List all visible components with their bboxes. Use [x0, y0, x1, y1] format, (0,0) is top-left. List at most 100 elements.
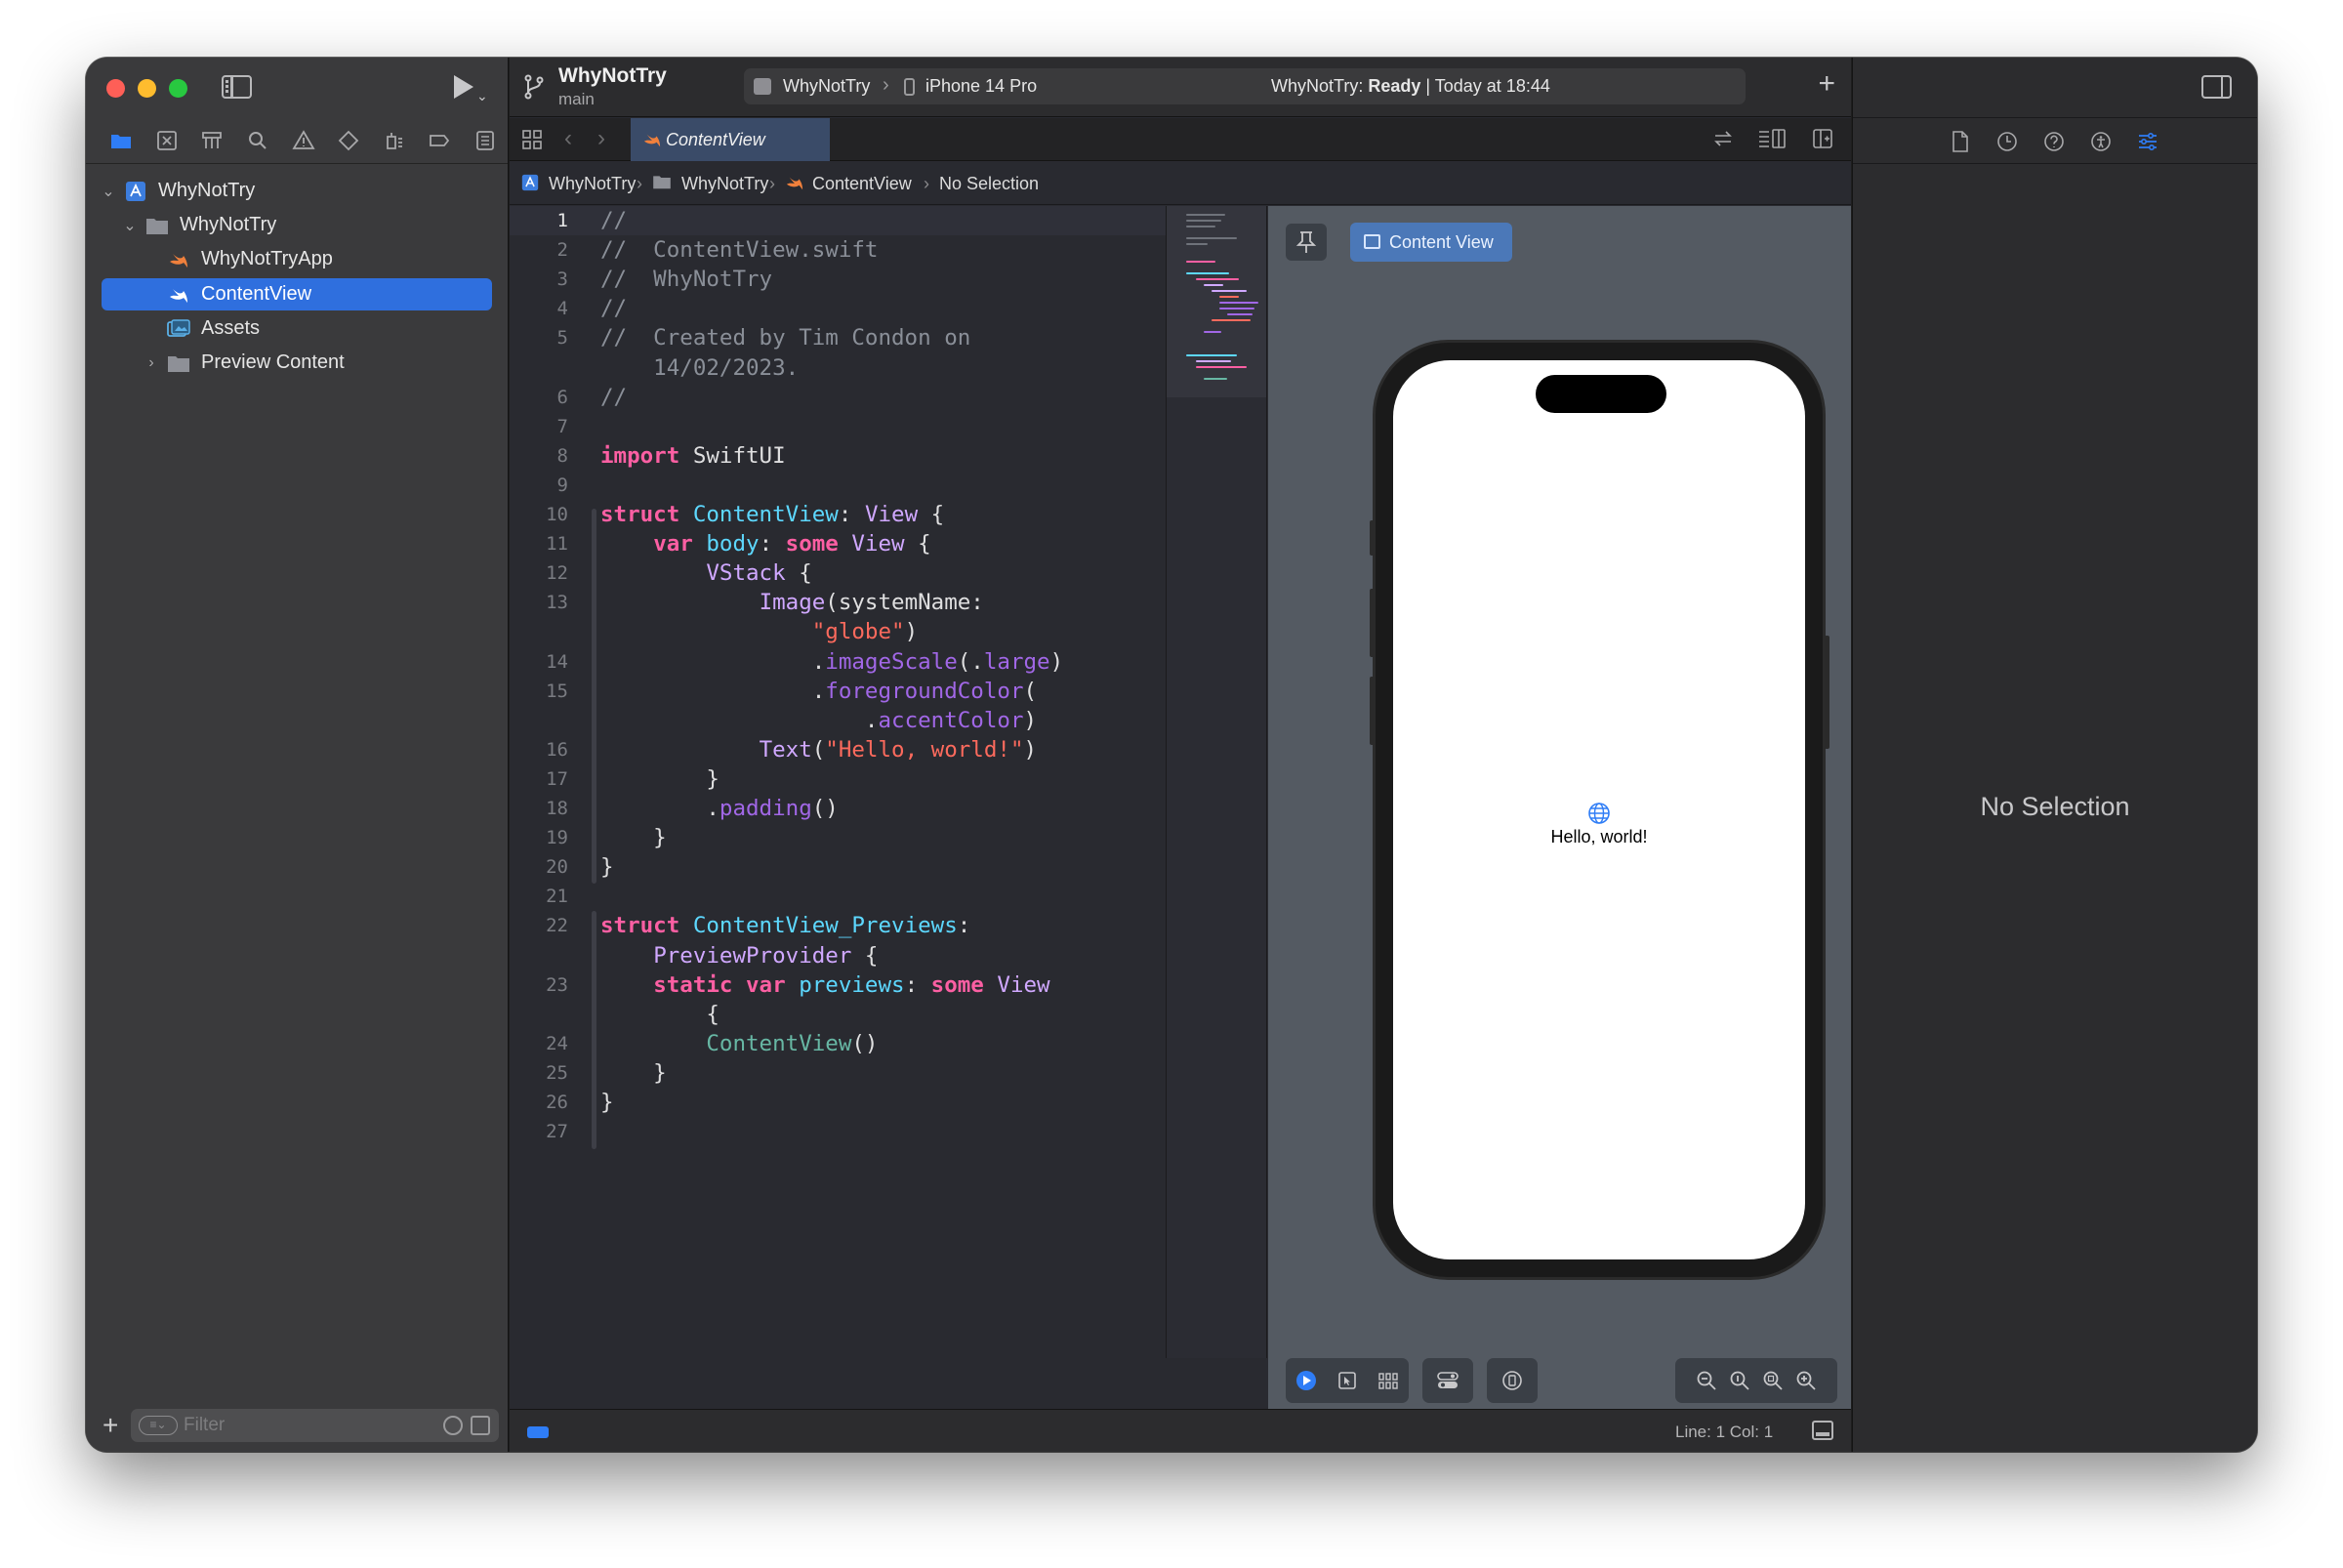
- forward-icon[interactable]: ›: [597, 125, 605, 152]
- tree-item-whynottryapp[interactable]: WhyNotTryApp: [166, 243, 488, 275]
- code-line[interactable]: 6 //: [510, 383, 1166, 412]
- symbol-navigator-icon[interactable]: [189, 121, 235, 160]
- code-line[interactable]: 2 // ContentView.swift: [510, 235, 1166, 265]
- tree-item-project[interactable]: ⌄ WhyNotTry: [100, 175, 490, 207]
- code-review-icon[interactable]: [1712, 128, 1734, 154]
- zoom-out-icon[interactable]: [1692, 1366, 1721, 1395]
- debug-area-indicator-icon[interactable]: [527, 1426, 549, 1438]
- run-destination-selector[interactable]: iPhone 14 Pro: [925, 76, 1037, 97]
- recent-files-icon[interactable]: [443, 1416, 463, 1435]
- accessibility-inspector-icon[interactable]: [2089, 130, 2113, 153]
- code-text: }: [600, 1059, 667, 1086]
- run-icon[interactable]: [454, 75, 473, 99]
- code-line[interactable]: 24 ContentView(): [510, 1029, 1166, 1058]
- code-line[interactable]: 17 }: [510, 764, 1166, 794]
- code-line[interactable]: 26}: [510, 1088, 1166, 1117]
- code-line[interactable]: 12 VStack {: [510, 558, 1166, 588]
- code-line[interactable]: 15 .foregroundColor(: [510, 677, 1166, 706]
- zoom-in-icon[interactable]: [1791, 1366, 1821, 1395]
- back-icon[interactable]: ‹: [564, 125, 572, 152]
- breadcrumb-file[interactable]: ContentView: [812, 174, 912, 194]
- code-line[interactable]: 23 static var previews: some View: [510, 970, 1166, 1000]
- code-line[interactable]: 9: [510, 471, 1166, 500]
- code-line[interactable]: 27: [510, 1117, 1166, 1146]
- code-line[interactable]: 14/02/2023.: [510, 353, 1166, 383]
- code-line[interactable]: 1 //: [510, 206, 1166, 235]
- code-line[interactable]: 4 //: [510, 294, 1166, 323]
- source-control-filter-icon[interactable]: [471, 1416, 490, 1435]
- code-line[interactable]: 18 .padding(): [510, 794, 1166, 823]
- code-line[interactable]: "globe"): [510, 617, 1166, 646]
- editor-options-icon[interactable]: [1757, 128, 1787, 154]
- debug-navigator-icon[interactable]: [371, 121, 417, 160]
- scheme-selector[interactable]: WhyNotTry: [783, 76, 870, 97]
- filter-field[interactable]: ≡⌄ Filter: [131, 1409, 499, 1442]
- issue-navigator-icon[interactable]: [280, 121, 326, 160]
- tree-item-assets[interactable]: Assets: [166, 312, 488, 345]
- code-line[interactable]: {: [510, 1000, 1166, 1029]
- selectable-mode-icon[interactable]: [1333, 1366, 1362, 1395]
- folder-navigator-icon[interactable]: [99, 121, 144, 160]
- zoom-to-fit-icon[interactable]: [1758, 1366, 1788, 1395]
- find-navigator-icon[interactable]: [235, 121, 281, 160]
- add-editor-icon[interactable]: [1812, 128, 1833, 154]
- chevron-down-icon[interactable]: ⌄: [121, 216, 139, 235]
- variants-grid-icon[interactable]: [1374, 1366, 1403, 1395]
- code-line[interactable]: 8 import SwiftUI: [510, 441, 1166, 471]
- minimize-window-button[interactable]: [138, 79, 156, 98]
- code-line[interactable]: 20}: [510, 852, 1166, 882]
- code-line[interactable]: 5 // Created by Tim Condon on: [510, 323, 1166, 352]
- device-settings-icon[interactable]: [1433, 1366, 1462, 1395]
- run-options-chevron-icon[interactable]: ⌄: [476, 88, 488, 104]
- close-window-button[interactable]: [106, 79, 125, 98]
- code-line[interactable]: 16 Text("Hello, world!"): [510, 735, 1166, 764]
- zoom-100-icon[interactable]: [1725, 1366, 1754, 1395]
- toggle-debug-area-icon[interactable]: [1812, 1421, 1833, 1440]
- code-line[interactable]: 22 struct ContentView_Previews:: [510, 911, 1166, 940]
- tree-item-contentview[interactable]: ContentView: [102, 278, 492, 310]
- device-screen[interactable]: Hello, world!: [1393, 360, 1805, 1259]
- related-items-grid-icon[interactable]: [521, 129, 543, 155]
- history-inspector-icon[interactable]: [1995, 130, 2019, 153]
- code-line[interactable]: 7: [510, 412, 1166, 441]
- chevron-right-icon[interactable]: ›: [143, 354, 160, 372]
- code-line[interactable]: 13 Image(systemName:: [510, 588, 1166, 617]
- code-line[interactable]: 10 struct ContentView: View {: [510, 500, 1166, 529]
- test-navigator-icon[interactable]: [326, 121, 372, 160]
- breakpoint-navigator-icon[interactable]: [417, 121, 463, 160]
- code-line[interactable]: .accentColor): [510, 706, 1166, 735]
- breadcrumb-project[interactable]: WhyNotTry: [549, 174, 636, 194]
- live-preview-icon[interactable]: [1292, 1366, 1321, 1395]
- branch-name[interactable]: main: [558, 90, 595, 109]
- code-line[interactable]: 11 var body: some View {: [510, 529, 1166, 558]
- sidebar-toggle-icon[interactable]: [222, 75, 252, 99]
- tree-item-preview-content[interactable]: › Preview Content: [143, 347, 484, 379]
- source-editor[interactable]: 1 // 2 // ContentView.swift 3 // WhyNotTry 4 //…: [510, 206, 1166, 1358]
- code-line[interactable]: 19 }: [510, 823, 1166, 852]
- code-line[interactable]: 14 .imageScale(.large): [510, 647, 1166, 677]
- report-navigator-icon[interactable]: [463, 121, 509, 160]
- minimap[interactable]: [1166, 206, 1267, 1358]
- code-line[interactable]: PreviewProvider {: [510, 941, 1166, 970]
- code-line[interactable]: 3 // WhyNotTry: [510, 265, 1166, 294]
- pin-preview-button[interactable]: [1286, 224, 1327, 261]
- code-text: .foregroundColor(: [600, 678, 1038, 704]
- attributes-inspector-icon[interactable]: [2136, 130, 2159, 153]
- tree-item-group[interactable]: ⌄ WhyNotTry: [121, 209, 492, 241]
- breadcrumb-symbol[interactable]: No Selection: [939, 174, 1039, 194]
- chevron-down-icon[interactable]: ⌄: [100, 182, 117, 201]
- variants-icon[interactable]: [1498, 1366, 1527, 1395]
- source-control-navigator-icon[interactable]: [144, 121, 190, 160]
- filter-options-icon[interactable]: ≡⌄: [139, 1416, 178, 1435]
- quick-help-icon[interactable]: [2042, 130, 2066, 153]
- library-add-button[interactable]: +: [1818, 67, 1835, 101]
- add-file-button[interactable]: +: [103, 1410, 118, 1441]
- tab-contentview[interactable]: ContentView: [631, 118, 830, 161]
- zoom-window-button[interactable]: [169, 79, 187, 98]
- code-line[interactable]: 25 }: [510, 1058, 1166, 1088]
- preview-selector-button[interactable]: Content View: [1350, 223, 1512, 262]
- breadcrumb-group[interactable]: WhyNotTry: [681, 174, 768, 194]
- inspector-toggle-icon[interactable]: [2201, 75, 2232, 99]
- file-inspector-icon[interactable]: [1949, 130, 1972, 153]
- code-line[interactable]: 21: [510, 882, 1166, 911]
